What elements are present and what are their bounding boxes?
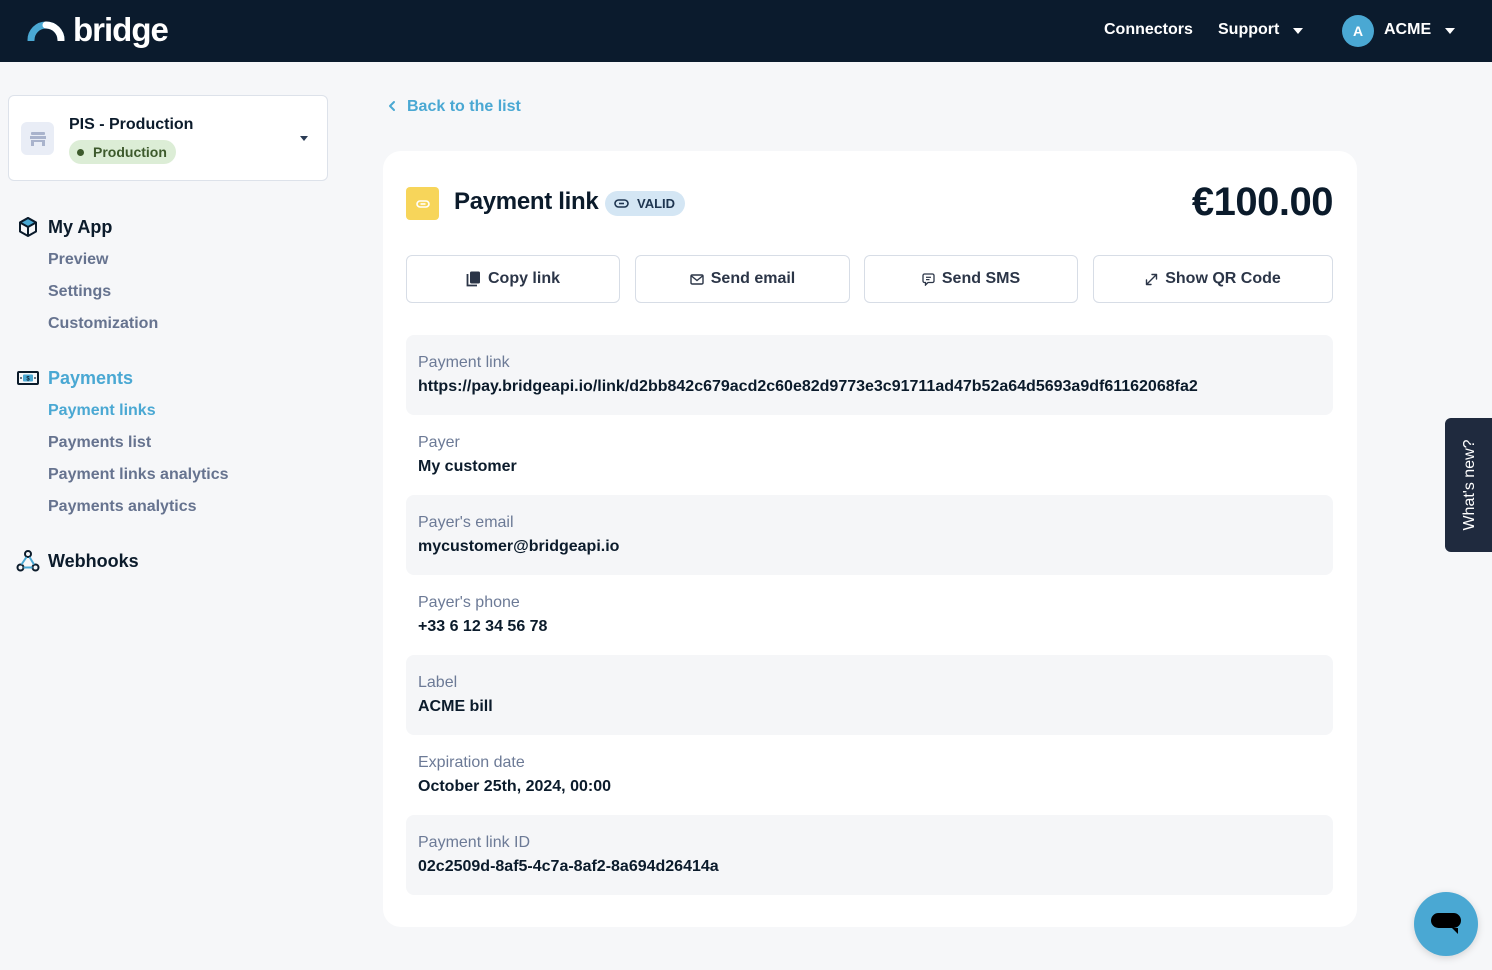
send-email-button[interactable]: Send email	[635, 255, 850, 303]
webhook-icon	[16, 549, 40, 573]
send-sms-label: Send SMS	[941, 270, 1021, 287]
show-qr-code-button[interactable]: Show QR Code	[1093, 255, 1333, 303]
sidebar-item-preview[interactable]: Preview	[48, 251, 108, 269]
field-payer-phone: Payer's phone +33 6 12 34 56 78	[406, 575, 1333, 655]
cube-icon	[16, 215, 40, 239]
banknote-icon: $	[16, 366, 40, 390]
sidebar-item-customization[interactable]: Customization	[48, 315, 158, 333]
field-label-value: Label ACME bill	[406, 655, 1333, 735]
sidebar-item-payments-analytics[interactable]: Payments analytics	[48, 498, 197, 516]
sidebar-item-settings[interactable]: Settings	[48, 283, 111, 301]
sidebar-section-webhooks[interactable]: Webhooks	[16, 549, 139, 573]
whats-new-tab[interactable]: What's new?	[1445, 418, 1492, 552]
field-value: My customer	[418, 458, 517, 475]
payment-link-card: Payment link VALID €100.00 Copy link Sen…	[383, 151, 1357, 927]
field-payment-link: Payment link https://pay.bridgeapi.io/li…	[406, 335, 1333, 415]
field-value: mycustomer@bridgeapi.io	[418, 538, 620, 555]
account-name[interactable]: ACME	[1384, 21, 1431, 39]
logo-text: bridge	[73, 11, 169, 48]
field-payer: Payer My customer	[406, 415, 1333, 495]
whats-new-label: What's new?	[1461, 439, 1478, 531]
payment-amount: €100.00	[1191, 180, 1334, 224]
field-value: 02c2509d-8af5-4c7a-8af2-8a694d26414a	[418, 858, 719, 875]
field-value: October 25th, 2024, 00:00	[418, 778, 611, 795]
sidebar-section-label: My App	[48, 216, 113, 237]
chat-bubble-icon	[1431, 913, 1461, 934]
field-payer-email: Payer's email mycustomer@bridgeapi.io	[406, 495, 1333, 575]
page-title: Payment link	[454, 188, 599, 215]
nav-support[interactable]: Support	[1218, 21, 1279, 39]
chevron-left-icon	[388, 99, 396, 116]
nav-connectors[interactable]: Connectors	[1104, 21, 1193, 39]
bridge-arc-icon	[27, 21, 65, 41]
copy-icon	[466, 271, 481, 287]
sidebar-item-payment-links-analytics[interactable]: Payment links analytics	[48, 466, 229, 484]
sidebar-section-payments[interactable]: $ Payments	[16, 366, 133, 390]
field-value: ACME bill	[418, 698, 493, 715]
environment-badge-label: Production	[93, 144, 167, 160]
sidebar-item-payments-list[interactable]: Payments list	[48, 434, 151, 452]
sidebar-section-label: Payments	[48, 367, 134, 388]
environment-title: PIS - Production	[69, 116, 194, 133]
field-label: Payment link ID	[418, 834, 531, 851]
account-chevron-down-icon[interactable]	[1445, 28, 1455, 34]
expand-icon	[1145, 273, 1158, 286]
account-avatar[interactable]: A	[1342, 15, 1374, 47]
environment-selector[interactable]: PIS - Production Production	[8, 95, 328, 181]
status-badge-label: VALID	[637, 196, 676, 211]
copy-link-button[interactable]: Copy link	[406, 255, 620, 303]
back-to-list-link[interactable]: Back to the list	[388, 98, 521, 116]
sidebar-section-label: Webhooks	[48, 550, 139, 571]
field-label: Payer	[418, 434, 460, 451]
field-label: Payment link	[418, 354, 510, 371]
send-email-label: Send email	[710, 270, 796, 287]
field-label: Expiration date	[418, 754, 525, 771]
field-expiration-date: Expiration date October 25th, 2024, 00:0…	[406, 735, 1333, 815]
sidebar-item-payment-links[interactable]: Payment links	[48, 402, 156, 420]
status-badge: VALID	[605, 191, 686, 216]
bridge-logo[interactable]: bridge	[27, 11, 169, 48]
show-qr-code-label: Show QR Code	[1165, 270, 1281, 287]
copy-link-label: Copy link	[487, 270, 560, 287]
send-sms-button[interactable]: Send SMS	[864, 255, 1078, 303]
link-icon	[614, 199, 629, 208]
top-navigation-bar: bridge Connectors Support A ACME	[0, 0, 1492, 62]
payment-link-url[interactable]: https://pay.bridgeapi.io/link/d2bb842c67…	[418, 377, 1333, 397]
environment-badge: Production	[69, 140, 176, 164]
field-label: Label	[418, 674, 458, 691]
chevron-down-icon[interactable]	[300, 136, 308, 141]
status-dot-icon	[77, 148, 84, 156]
envelope-icon	[690, 273, 704, 285]
chat-launcher-button[interactable]	[1414, 892, 1478, 956]
sidebar-section-my-app[interactable]: My App	[16, 215, 112, 239]
link-icon	[406, 187, 439, 220]
field-value: +33 6 12 34 56 78	[418, 618, 548, 635]
back-link-label: Back to the list	[407, 98, 521, 115]
field-label: Payer's phone	[418, 594, 520, 611]
field-payment-link-id: Payment link ID 02c2509d-8af5-4c7a-8af2-…	[406, 815, 1333, 895]
store-icon	[21, 122, 54, 155]
field-label: Payer's email	[418, 514, 514, 531]
support-chevron-down-icon[interactable]	[1293, 28, 1303, 34]
message-icon	[922, 272, 935, 286]
